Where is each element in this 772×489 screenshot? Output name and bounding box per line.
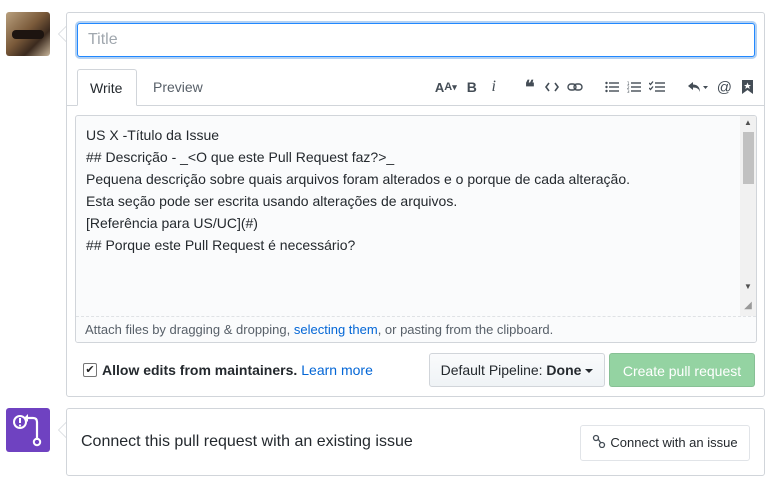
tab-preview[interactable]: Preview (141, 69, 215, 105)
learn-more-link[interactable]: Learn more (301, 362, 373, 378)
unordered-list-icon[interactable] (605, 81, 619, 93)
composer-actions: ✔ Allow edits from maintainers. Learn mo… (67, 353, 764, 387)
markdown-toolbar: A A ▾ B i ❝ 123 @ (431, 69, 758, 105)
italic-icon[interactable]: i (487, 78, 501, 96)
attach-files-bar[interactable]: Attach files by dragging & dropping, sel… (76, 316, 756, 342)
comment-caret (58, 26, 66, 42)
pipeline-value: Done (546, 362, 582, 378)
user-avatar (6, 12, 50, 56)
tab-write[interactable]: Write (77, 69, 137, 106)
task-list-icon[interactable] (648, 81, 665, 93)
allow-edits-checkbox[interactable]: ✔ (83, 363, 97, 377)
textarea-scrollbar[interactable]: ▲ ▼ (740, 116, 756, 316)
create-pull-request-button[interactable]: Create pull request (609, 353, 755, 387)
body-textarea[interactable]: US X -Título da Issue ## Descrição - _<O … (76, 116, 740, 316)
body-line: Esta seção pode ser escrita usando alter… (86, 193, 458, 209)
editor-tabs: Write Preview A A ▾ B i ❝ 123 @ (67, 69, 764, 106)
mention-icon[interactable]: @ (717, 79, 732, 96)
connect-issue-panel: Connect this pull request with an existi… (66, 408, 765, 476)
reply-icon[interactable] (687, 81, 709, 93)
allow-edits-option: ✔ Allow edits from maintainers. Learn mo… (83, 362, 373, 378)
quote-icon[interactable]: ❝ (523, 77, 537, 98)
connect-issue-text: Connect this pull request with an existi… (81, 433, 413, 450)
pipeline-prefix: Default Pipeline: (440, 362, 547, 378)
link-icon[interactable] (567, 81, 583, 93)
connect-button-label: Connect with an issue (610, 435, 738, 450)
text-size-icon[interactable]: A A ▾ (435, 80, 457, 95)
pull-request-icon (6, 408, 50, 452)
bold-icon[interactable]: B (465, 79, 479, 95)
select-files-link[interactable]: selecting them (294, 322, 378, 337)
body-line: Pequena descrição sobre quais arquivos f… (86, 171, 631, 187)
default-pipeline-dropdown[interactable]: Default Pipeline: Done (429, 353, 605, 387)
scroll-down-arrow-icon[interactable]: ▼ (740, 280, 756, 294)
bookmark-icon[interactable] (740, 80, 754, 94)
body-textarea-wrapper: US X -Título da Issue ## Descrição - _<O … (75, 115, 757, 343)
chevron-down-icon (585, 369, 594, 374)
body-line: ## Descrição - _<O que este Pull Request… (86, 149, 395, 165)
body-line: ## Porque este Pull Request é necessário… (86, 237, 356, 253)
allow-edits-label: Allow edits from maintainers. (102, 362, 298, 378)
attach-suffix: , or pasting from the clipboard. (377, 322, 554, 337)
scrollbar-thumb[interactable] (743, 132, 754, 184)
pull-request-composer: Write Preview AA▾ B i ❝ 123 (66, 12, 765, 397)
svg-text:3: 3 (627, 89, 630, 93)
scroll-up-arrow-icon[interactable]: ▲ (740, 116, 756, 130)
code-icon[interactable] (544, 81, 559, 93)
connect-with-issue-button[interactable]: Connect with an issue (580, 425, 750, 461)
body-line: [Referência para US/UC](#) (86, 215, 258, 231)
body-line: US X -Título da Issue (86, 127, 220, 143)
title-input[interactable] (77, 23, 755, 57)
connect-caret (58, 422, 66, 438)
resize-handle-icon[interactable]: ◢ (740, 298, 756, 314)
attach-prefix: Attach files by dragging & dropping, (85, 322, 294, 337)
ordered-list-icon[interactable]: 123 (627, 81, 641, 93)
connect-link-icon (592, 427, 606, 461)
